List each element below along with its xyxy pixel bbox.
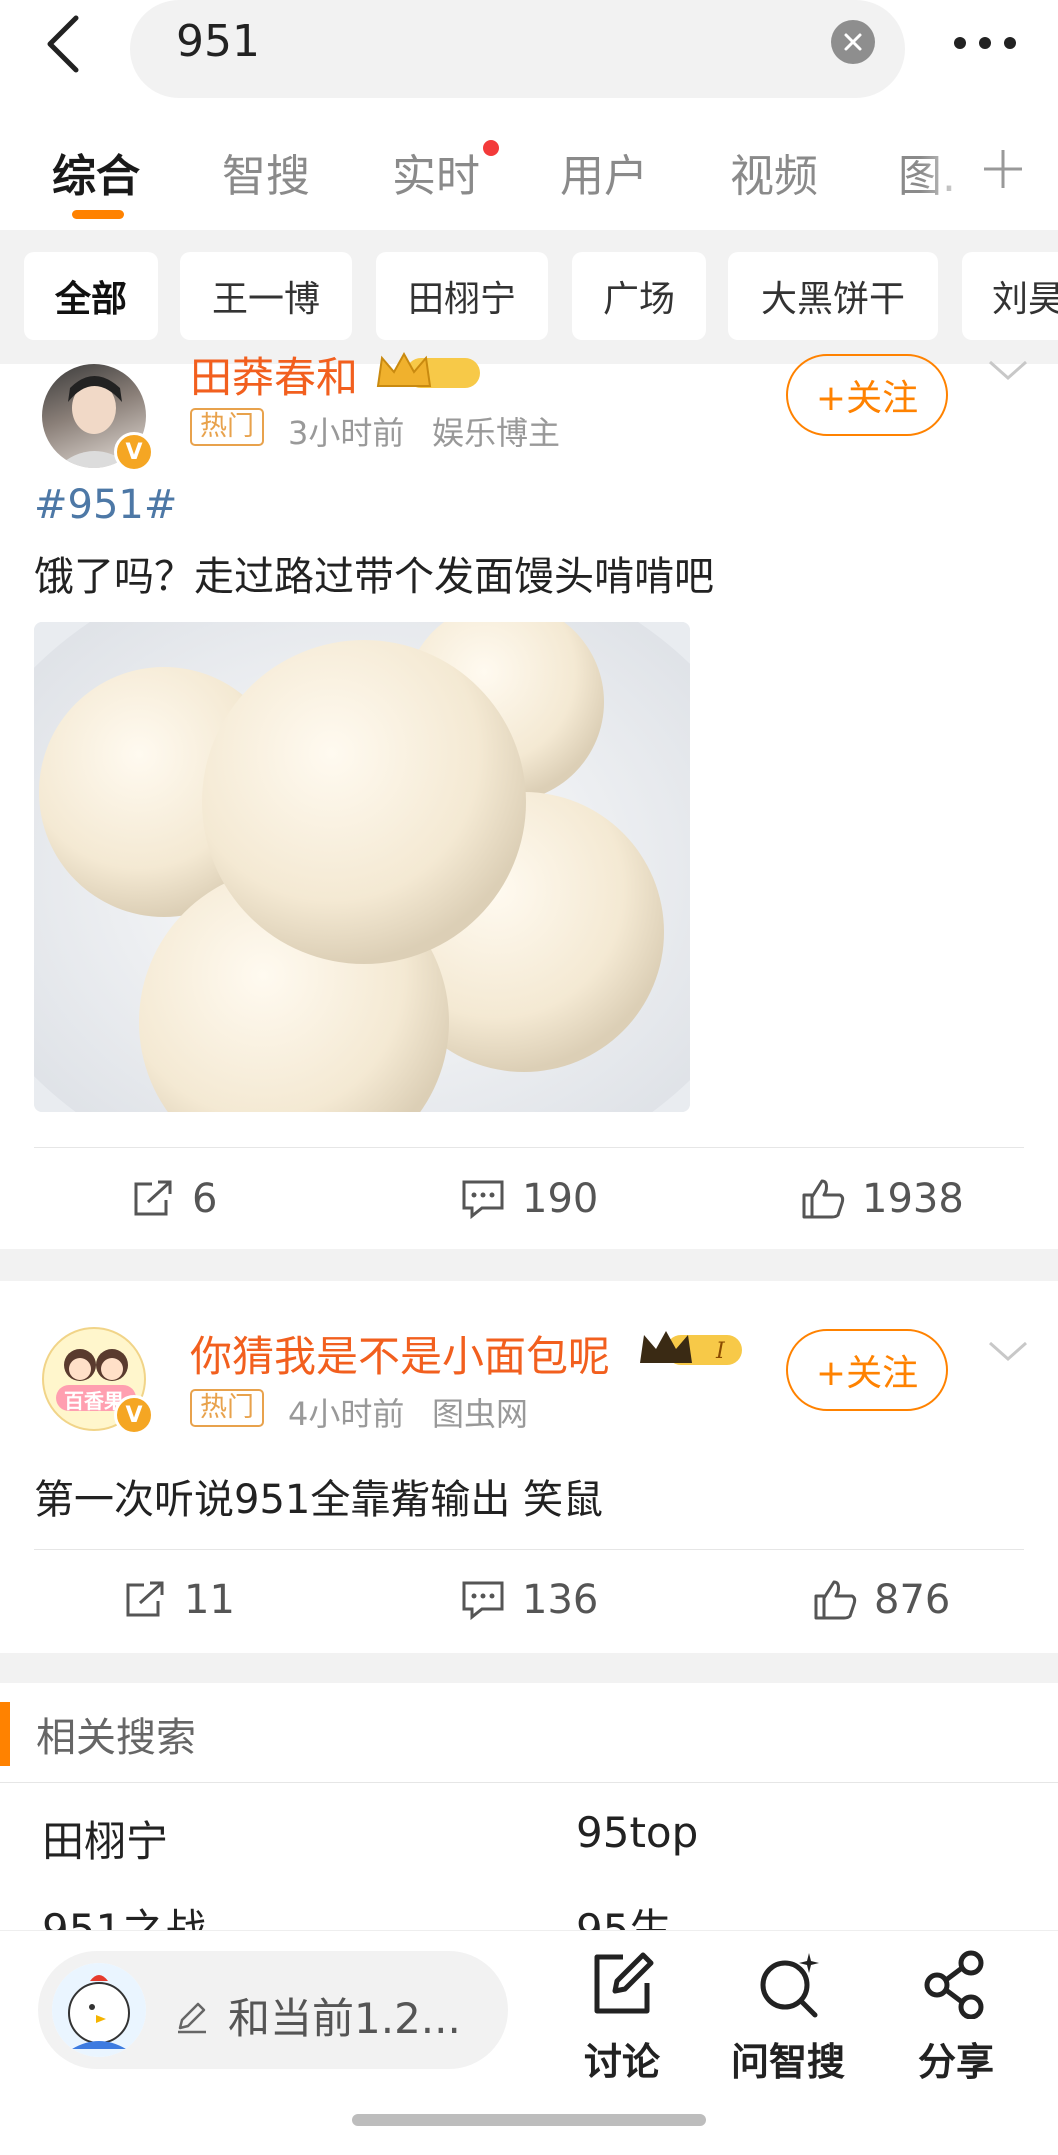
post-text: 第一次听说951全靠觜输出 笑鼠	[34, 1477, 604, 1523]
discussion-compose-input[interactable]: 和当前1.2...	[38, 1951, 508, 2069]
steamed-buns-image	[34, 622, 690, 1112]
comment-count: 136	[522, 1577, 599, 1623]
post-card: V 田莽春和 热门 3小时前 娱乐博主 +关注 #951# 饿了吗？走过路过带个…	[0, 351, 1058, 1249]
clear-search-button[interactable]	[831, 20, 875, 64]
back-button[interactable]	[40, 14, 90, 74]
username[interactable]: 你猜我是不是小面包呢	[190, 1323, 610, 1384]
search-box[interactable]: 951	[130, 0, 905, 98]
chip-wang-yibo[interactable]: 王一博	[180, 252, 352, 340]
member-crown-icon	[376, 351, 480, 388]
discuss-button[interactable]: 讨论	[552, 1949, 692, 2089]
thumbs-up-icon	[802, 1179, 845, 1219]
user-avatar	[52, 1963, 146, 2057]
share-button[interactable]: 分享	[886, 1949, 1026, 2089]
comment-icon	[462, 1180, 504, 1220]
avatar[interactable]: V	[42, 364, 154, 472]
share-label: 分享	[917, 2040, 994, 2084]
section-gap	[0, 1249, 1058, 1281]
pencil-icon	[178, 2002, 206, 2033]
hot-tag: 热门	[190, 408, 264, 446]
related-search-item[interactable]: 田栩宁	[42, 1808, 168, 1869]
more-dots-icon	[954, 37, 1016, 49]
ai-search-icon	[760, 1953, 819, 2018]
post-text: 饿了吗？走过路过带个发面馒头啃啃吧	[34, 554, 714, 600]
chip-tian-xuning[interactable]: 田栩宁	[376, 252, 548, 340]
edit-icon	[594, 1952, 654, 2014]
plus-icon	[984, 150, 1022, 188]
tab-users[interactable]: 用户	[560, 140, 648, 204]
avatar[interactable]: 百香果 V	[42, 1327, 154, 1435]
unread-dot	[483, 140, 499, 156]
related-search-title: 相关搜索	[36, 1715, 196, 1761]
compose-placeholder-text: 和当前1.2...	[228, 1994, 461, 2043]
compose-placeholder: 和当前1.2...	[174, 1985, 461, 2046]
result-tabs: 综合 智搜 实时 用户 视频 图.	[0, 130, 1058, 226]
discuss-label: 讨论	[583, 2040, 660, 2084]
username[interactable]: 田莽春和	[190, 344, 358, 405]
section-gap	[0, 1653, 1058, 1683]
post-source: 图虫网	[432, 1395, 529, 1433]
post-source: 娱乐博主	[432, 414, 561, 452]
post-card: 百香果 V 你猜我是不是小面包呢 I 热门 4小时前 图虫网 +关注 第一次听说…	[0, 1281, 1058, 1653]
post-time: 4小时前	[288, 1395, 405, 1433]
ask-smart-search-button[interactable]: 问智搜	[718, 1949, 858, 2089]
like-count: 876	[874, 1577, 951, 1623]
comment-count: 190	[522, 1176, 599, 1222]
more-button[interactable]	[952, 28, 1018, 58]
post-time: 3小时前	[288, 414, 405, 452]
tabs-fade	[920, 130, 980, 226]
follow-button[interactable]: +关注	[786, 354, 948, 436]
chip-all[interactable]: 全部	[24, 252, 158, 340]
like-count: 1938	[862, 1176, 964, 1222]
top-bar: 951	[0, 0, 1058, 100]
like-button[interactable]: 1938	[800, 1176, 964, 1222]
chevron-down-icon[interactable]	[986, 1335, 1030, 1365]
chip-dahei-biscuit[interactable]: 大黑饼干	[728, 252, 938, 340]
thumbs-up-icon	[814, 1580, 857, 1620]
repost-count: 11	[184, 1577, 235, 1623]
ask-smart-search-label: 问智搜	[730, 2040, 845, 2084]
cartoon-chicken-avatar	[52, 1963, 146, 2057]
chip-square[interactable]: 广场	[572, 252, 706, 340]
divider	[34, 1147, 1024, 1148]
divider	[0, 1782, 1058, 1783]
active-tab-indicator	[72, 210, 124, 219]
repost-button[interactable]: 11	[122, 1577, 235, 1623]
hot-tag: 热门	[190, 1389, 264, 1427]
like-button[interactable]: 876	[812, 1577, 950, 1623]
home-indicator[interactable]	[352, 2114, 706, 2126]
member-level: I	[715, 1339, 726, 1364]
comment-button[interactable]: 136	[460, 1577, 598, 1623]
member-crown-icon: I	[640, 1331, 742, 1365]
tab-realtime[interactable]: 实时	[392, 140, 480, 204]
tab-comprehensive[interactable]: 综合	[52, 140, 140, 204]
divider	[34, 1549, 1024, 1550]
follow-button[interactable]: +关注	[786, 1329, 948, 1411]
hashtag-link[interactable]: #951#	[34, 482, 177, 528]
share-icon	[924, 1950, 984, 2019]
verified-badge-icon: V	[114, 1395, 154, 1435]
add-tab-button[interactable]	[978, 144, 1028, 194]
post-image[interactable]	[34, 622, 690, 1112]
chevron-down-icon[interactable]	[986, 354, 1030, 384]
repost-icon	[134, 1180, 172, 1216]
comment-icon	[462, 1581, 504, 1621]
tab-smart-search[interactable]: 智搜	[222, 140, 310, 204]
section-accent-bar	[0, 1702, 10, 1766]
search-input[interactable]: 951	[176, 16, 260, 67]
filter-chips: 全部 王一博 田栩宁 广场 大黑饼干 刘昊	[0, 230, 1058, 364]
tab-videos[interactable]: 视频	[730, 140, 818, 204]
repost-count: 6	[192, 1176, 218, 1222]
related-search-item[interactable]: 95top	[576, 1808, 698, 1857]
verified-badge-icon: V	[114, 432, 154, 472]
repost-icon	[126, 1581, 164, 1617]
repost-button[interactable]: 6	[130, 1176, 217, 1222]
chip-liu-hao[interactable]: 刘昊	[962, 252, 1058, 340]
back-arrow-icon	[47, 15, 79, 73]
comment-button[interactable]: 190	[460, 1176, 598, 1222]
close-icon	[844, 33, 862, 51]
